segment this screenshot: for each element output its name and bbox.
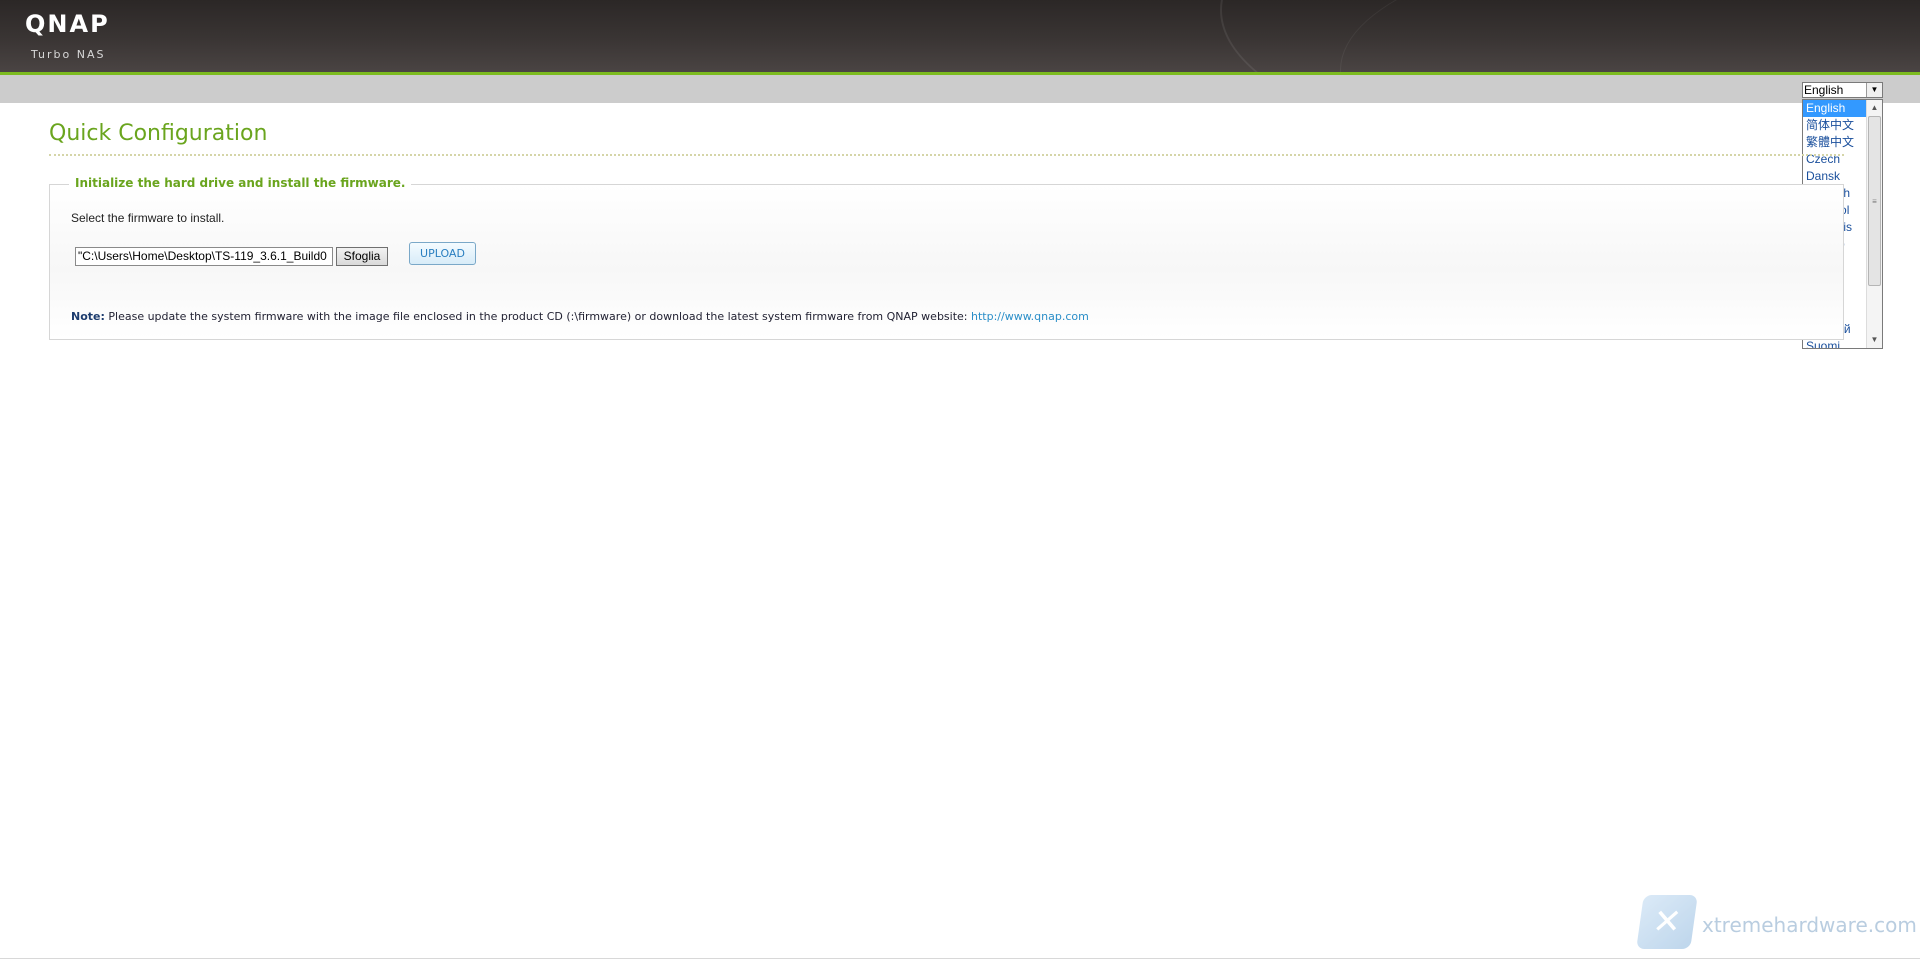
browse-button[interactable]: Sfoglia [336, 247, 388, 266]
logo-subtitle: Turbo NAS [31, 48, 106, 61]
title-divider [49, 154, 1844, 156]
toolbar-strip [0, 75, 1920, 103]
language-option[interactable]: 简体中文 [1803, 117, 1867, 134]
x-mark-icon: ✕ [1636, 895, 1698, 949]
firmware-file-input[interactable]: "C:\Users\Home\Desktop\TS-119_3.6.1_Buil… [75, 247, 333, 266]
instruction-text: Select the firmware to install. [71, 211, 225, 225]
language-scrollbar[interactable]: ▲ ≡ ▼ [1866, 100, 1882, 348]
scroll-thumb[interactable]: ≡ [1868, 116, 1881, 286]
language-option[interactable]: English [1803, 100, 1867, 117]
language-option[interactable]: Dansk [1803, 168, 1867, 185]
upload-button[interactable]: UPLOAD [409, 242, 476, 265]
language-select[interactable]: English ▼ [1802, 82, 1883, 98]
note-label: Note: [71, 310, 105, 323]
chevron-down-icon[interactable]: ▼ [1866, 83, 1882, 97]
qnap-logo: QNAP [25, 10, 110, 38]
note-text: Please update the system firmware with t… [104, 310, 971, 323]
watermark-text: xtremehardware.com [1702, 913, 1917, 937]
section-legend: Initialize the hard drive and install th… [69, 176, 412, 190]
page-title: Quick Configuration [49, 121, 268, 146]
note-paragraph: Note: Please update the system firmware … [71, 310, 1089, 323]
header-decoration-2 [1340, 0, 1920, 72]
language-selected-value: English [1804, 83, 1844, 97]
header-bar: QNAP Turbo NAS [0, 0, 1920, 72]
scroll-down-icon[interactable]: ▼ [1867, 332, 1882, 348]
language-option[interactable]: 繁體中文 [1803, 134, 1867, 151]
watermark: ✕ xtremehardware.com [1636, 895, 1917, 955]
scroll-up-icon[interactable]: ▲ [1867, 100, 1882, 116]
qnap-website-link[interactable]: http://www.qnap.com [971, 310, 1089, 323]
